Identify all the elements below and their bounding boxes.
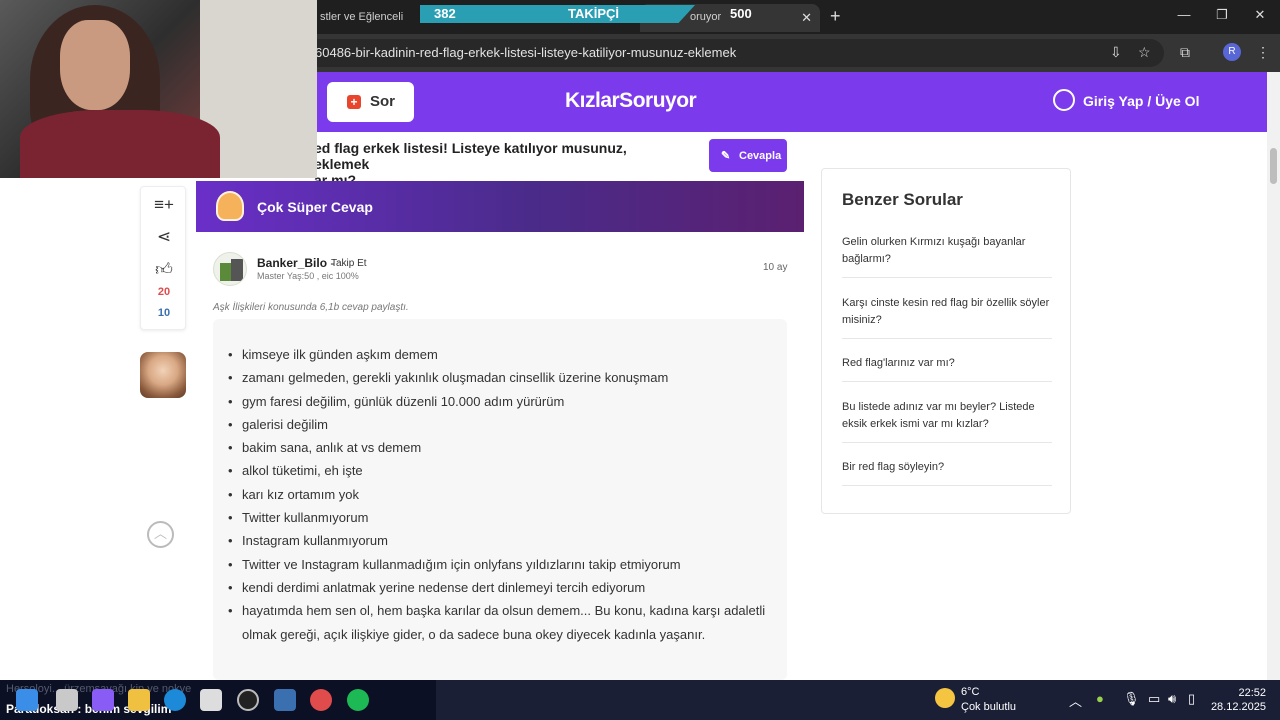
login-link[interactable]: Giriş Yap / Üye Ol [1053, 89, 1200, 111]
minimize-icon[interactable]: — [1174, 7, 1194, 22]
login-label: Giriş Yap / Üye Ol [1083, 93, 1200, 109]
restore-icon[interactable]: ❐ [1212, 7, 1232, 23]
ask-button-label: Sor [370, 93, 396, 110]
tray-app-icon[interactable]: ● [1096, 691, 1104, 706]
scrollbar-thumb[interactable] [1270, 148, 1277, 184]
site-logo[interactable]: KızlarSoruyor [565, 89, 697, 113]
user-icon [1053, 89, 1075, 111]
webcam-person-body [20, 110, 220, 178]
answer-list-item: zamanı gelmeden, gerekli yakınlık oluşma… [228, 366, 782, 390]
answer-list-item: Twitter ve Instagram kullanmadığım için … [228, 553, 782, 577]
microphone-icon[interactable]: 🎙︎ [1123, 691, 1140, 707]
user-avatar[interactable] [213, 252, 247, 286]
similar-question-link[interactable]: Red flag'larınız var mı? [842, 355, 1052, 382]
answer-list-item: bakim sana, anlık at vs demem [228, 436, 782, 460]
weather-temp: 6°C [961, 686, 980, 698]
weather-condition: Çok bulutlu [961, 701, 1017, 713]
similar-question-link[interactable]: Gelin olurken Kırmızı kuşağı bayanlar ba… [842, 234, 1052, 278]
like-count: 20 [157, 286, 171, 298]
start-icon[interactable] [16, 689, 38, 711]
username-text: Banker_Bilo [257, 256, 328, 270]
asker-avatar[interactable] [140, 352, 186, 398]
answer-list-item: galerisi değilim [228, 413, 782, 437]
obs-icon[interactable] [237, 689, 259, 711]
copilot-icon[interactable] [92, 689, 114, 711]
answer-list-item: alkol tüketimi, eh işte [228, 459, 782, 483]
close-window-icon[interactable]: ✕ [1250, 7, 1270, 23]
answer-list-item: hayatımda hem sen ol, hem başka karılar … [228, 599, 782, 646]
plus-icon: + [347, 95, 361, 109]
answer-list-item: kendi derdimi anlatmak yerine nedense de… [228, 576, 782, 600]
action-rail: ≡+ ⋖ 👍︎ 20 10 [140, 186, 186, 330]
username[interactable]: Banker_Bilo - [257, 256, 334, 270]
app-icon[interactable] [274, 689, 296, 711]
pencil-icon: ✎ [721, 150, 731, 162]
follower-label: TAKİPÇİ [568, 6, 620, 21]
screen: { "browser": { "tab1_title": "stler ve E… [0, 0, 1280, 720]
clock-date: 28.12.2025 [1210, 701, 1266, 713]
answer-list-item: gym faresi değilim, günlük düzenli 10.00… [228, 390, 782, 414]
battery-icon[interactable]: ▯ [1188, 691, 1195, 707]
answer-body: kimseye ilk günden aşkım dememzamanı gel… [213, 319, 787, 680]
similar-questions-panel: Benzer Sorular Gelin olurken Kırmızı kuş… [821, 168, 1071, 514]
share-icon[interactable]: ⋖ [141, 227, 187, 247]
follow-link[interactable]: Takip Et [331, 258, 367, 269]
webcam-person-face [60, 20, 130, 110]
question-title-line: ed flag erkek listesi! Listeye katılıyor… [314, 140, 627, 172]
ask-button[interactable]: + Sor [327, 82, 414, 122]
similar-question-link[interactable]: Karşı cinste kesin red flag bir özellik … [842, 295, 1052, 339]
folder-icon[interactable] [128, 689, 150, 711]
user-level: Master Yaş:50 , eic 100% [257, 271, 359, 281]
volume-icon[interactable]: 🔊︎ [1168, 691, 1176, 707]
avatar-shape [231, 259, 243, 281]
follower-goal: 500 [730, 6, 752, 21]
install-app-icon[interactable]: ⇩ [1110, 44, 1122, 61]
network-icon[interactable]: ▭ [1148, 691, 1160, 707]
page-scrollbar[interactable] [1267, 72, 1280, 680]
new-tab-button[interactable]: + [830, 6, 841, 27]
address-bar[interactable]: 60486-bir-kadinin-red-flag-erkek-listesi… [290, 39, 1164, 67]
edge-icon[interactable] [164, 689, 186, 711]
scroll-top-button[interactable]: ︿ [147, 521, 174, 548]
similar-question-link[interactable]: Bir red flag söyleyin? [842, 459, 1052, 486]
best-answer-label: Çok Süper Cevap [257, 199, 373, 215]
shared-note: Aşk İlişkileri konusunda 6,1b cevap payl… [213, 302, 409, 313]
best-answer-banner: Çok Süper Cevap [196, 181, 804, 232]
tab-title: stler ve Eğlenceli [320, 11, 404, 23]
spotify-icon[interactable] [347, 689, 369, 711]
webcam-overlay [0, 0, 317, 178]
similar-questions-title: Benzer Sorular [842, 190, 963, 209]
profile-avatar[interactable]: R [1223, 43, 1241, 61]
answer-list-item: kimseye ilk günden aşkım demem [228, 343, 782, 367]
follower-progress-fill [420, 5, 696, 23]
reply-count: 10 [157, 307, 171, 319]
chrome-icon[interactable] [310, 689, 332, 711]
answer-list: kimseye ilk günden aşkım dememzamanı gel… [228, 343, 782, 646]
answer-list-item: Instagram kullanmıyorum [228, 529, 782, 553]
close-tab-icon[interactable]: ✕ [801, 10, 812, 26]
store-icon[interactable] [200, 689, 222, 711]
follower-count: 382 [434, 6, 456, 21]
answer-list-item: Twitter kullanmıyorum [228, 506, 782, 530]
site-header: + Sor KızlarSoruyor Giriş Yap / Üye Ol [317, 72, 1267, 132]
tray-chevron-icon[interactable]: ︿ [1069, 691, 1082, 710]
follower-goal-bar: 382 TAKİPÇİ 500 [420, 5, 780, 23]
answer-button-label: Cevapla [739, 150, 782, 162]
weather-icon [935, 688, 955, 708]
like-icon[interactable]: 👍︎ [141, 259, 187, 280]
system-clock[interactable]: 22:52 28.12.2025 [1210, 686, 1266, 714]
bookmark-star-icon[interactable]: ☆ [1138, 44, 1151, 61]
answer-button[interactable]: ✎ Cevapla [709, 139, 787, 172]
browser-menu-icon[interactable]: ⋮ [1256, 44, 1270, 61]
answer-time: 10 ay [763, 262, 788, 273]
file-icon[interactable] [56, 689, 78, 711]
similar-question-link[interactable]: Bu listede adınız var mı beyler? Listede… [842, 399, 1052, 443]
clock-time: 22:52 [1238, 687, 1266, 699]
answer-list-item: karı kız ortamım yok [228, 483, 782, 507]
add-to-list-icon[interactable]: ≡+ [141, 195, 187, 215]
extensions-icon[interactable]: ⧉ [1180, 44, 1190, 61]
medal-icon [216, 191, 244, 221]
